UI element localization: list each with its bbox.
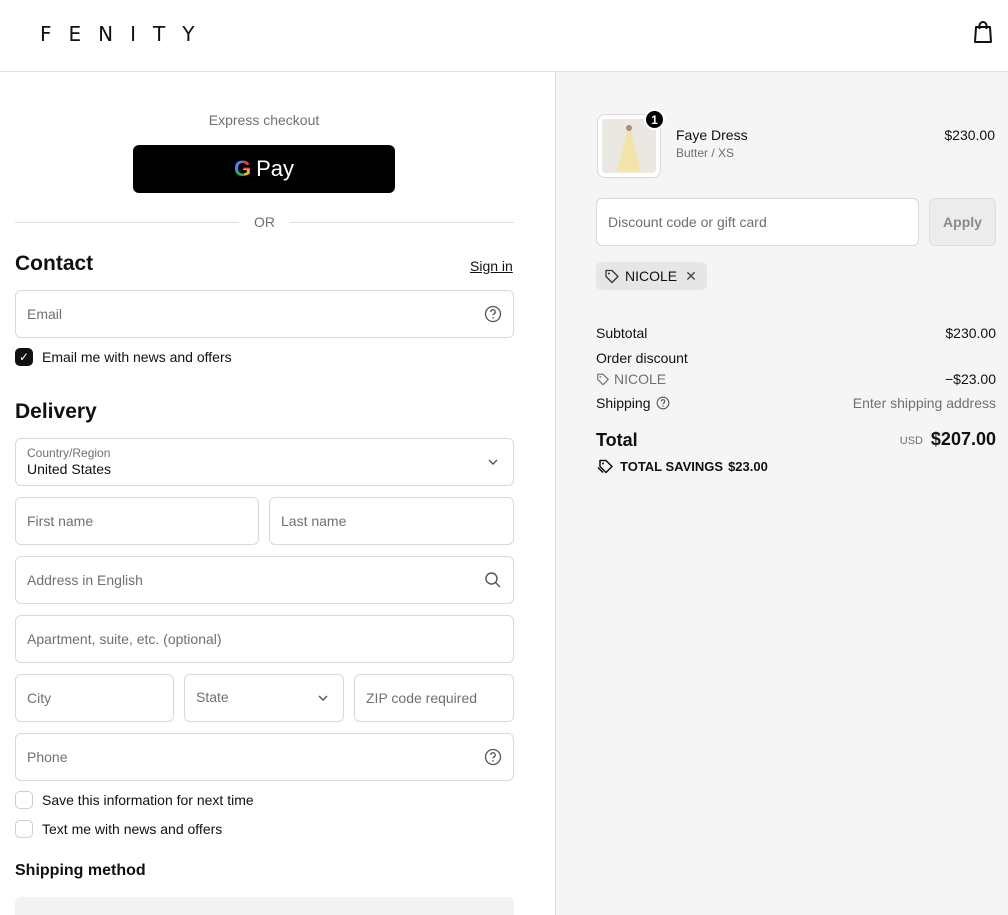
- city-input[interactable]: City: [15, 674, 174, 722]
- tag-icon: [597, 459, 613, 474]
- city-placeholder: City: [27, 690, 52, 706]
- shipping-row: Shipping Enter shipping address: [596, 395, 996, 411]
- discount-value: −$23.00: [945, 371, 996, 387]
- total-savings: TOTAL SAVINGS $23.00: [596, 458, 768, 474]
- first-name-placeholder: First name: [27, 513, 94, 529]
- close-icon[interactable]: ✕: [685, 268, 697, 285]
- address-input[interactable]: Address in English: [15, 556, 514, 604]
- state-placeholder: State: [196, 689, 229, 705]
- shopping-bag-icon[interactable]: [972, 20, 994, 44]
- apartment-placeholder: Apartment, suite, etc. (optional): [27, 631, 222, 647]
- discount-code-label: NICOLE: [614, 371, 667, 387]
- total-row: Total USD $207.00: [596, 429, 996, 451]
- checkbox-empty: [15, 791, 33, 809]
- zip-placeholder: ZIP code required: [366, 690, 478, 706]
- shipping-method-title: Shipping method: [15, 862, 146, 879]
- address-placeholder: Address in English: [27, 572, 143, 588]
- discount-placeholder: Discount code or gift card: [608, 214, 767, 230]
- email-news-checkbox[interactable]: ✓ Email me with news and offers: [15, 348, 232, 366]
- express-checkout-title: Express checkout: [208, 112, 320, 128]
- save-info-label: Save this information for next time: [42, 792, 254, 808]
- chevron-down-icon: [488, 459, 498, 465]
- or-divider: OR: [15, 212, 514, 232]
- help-icon[interactable]: [484, 748, 502, 766]
- checkbox-empty: [15, 820, 33, 838]
- savings-value: $23.00: [728, 458, 768, 474]
- country-select[interactable]: Country/Region United States: [15, 438, 514, 486]
- save-info-checkbox[interactable]: Save this information for next time: [15, 791, 254, 809]
- tag-icon: [597, 373, 609, 386]
- gpay-label: Pay: [256, 156, 295, 181]
- phone-placeholder: Phone: [27, 749, 68, 765]
- delivery-title: Delivery: [15, 400, 97, 423]
- search-icon: [485, 572, 501, 588]
- first-name-input[interactable]: First name: [15, 497, 259, 545]
- email-news-label: Email me with news and offers: [42, 349, 232, 365]
- item-name: Faye Dress: [676, 127, 748, 143]
- chevron-down-icon: [318, 695, 328, 701]
- email-placeholder: Email: [27, 306, 63, 322]
- phone-input[interactable]: Phone: [15, 733, 514, 781]
- checkout-form: Express checkout G Pay OR Contact Sign i…: [0, 72, 555, 915]
- email-input[interactable]: Email: [15, 290, 514, 338]
- shipping-value: Enter shipping address: [852, 395, 996, 411]
- subtotal-value: $230.00: [945, 325, 996, 341]
- item-price: $230.00: [944, 127, 995, 143]
- last-name-input[interactable]: Last name: [269, 497, 514, 545]
- country-value: United States: [27, 461, 112, 477]
- google-g-icon: G: [233, 156, 252, 181]
- applied-code-chip: NICOLE ✕: [596, 262, 707, 290]
- total-label: Total: [596, 430, 638, 450]
- state-select[interactable]: State: [184, 674, 344, 722]
- zip-input[interactable]: ZIP code required: [354, 674, 514, 722]
- help-icon[interactable]: [656, 396, 670, 410]
- shipping-label: Shipping: [596, 395, 651, 411]
- total-value: $207.00: [930, 429, 996, 449]
- google-pay-button[interactable]: G Pay: [133, 145, 395, 193]
- order-summary: 1 Faye Dress Butter / XS $230.00 Discoun…: [555, 72, 1008, 915]
- last-name-placeholder: Last name: [281, 513, 347, 529]
- apartment-input[interactable]: Apartment, suite, etc. (optional): [15, 615, 514, 663]
- applied-code-label: NICOLE: [625, 268, 678, 284]
- header: FENITY: [0, 0, 1008, 72]
- text-news-checkbox[interactable]: Text me with news and offers: [15, 820, 222, 838]
- help-icon[interactable]: [484, 305, 502, 323]
- text-news-label: Text me with news and offers: [42, 821, 223, 837]
- country-label: Country/Region: [27, 446, 111, 460]
- discount-code-row: NICOLE −$23.00: [596, 371, 996, 389]
- apply-button[interactable]: Apply: [929, 198, 996, 246]
- brand-logo[interactable]: FENITY: [40, 22, 211, 46]
- discount-input[interactable]: Discount code or gift card: [596, 198, 919, 246]
- subtotal-row: Subtotal $230.00: [596, 325, 996, 341]
- item-variant: Butter / XS: [676, 146, 735, 160]
- subtotal-label: Subtotal: [596, 325, 648, 341]
- tag-icon: [605, 269, 619, 284]
- checkmark-icon: ✓: [15, 348, 33, 366]
- sign-in-link[interactable]: Sign in: [470, 258, 513, 274]
- currency-label: USD: [899, 435, 923, 447]
- order-discount-row: Order discount: [596, 350, 996, 366]
- savings-label: TOTAL SAVINGS: [620, 458, 724, 474]
- shipping-method-box: [15, 897, 514, 915]
- contact-title: Contact: [15, 252, 94, 275]
- order-discount-label: Order discount: [596, 350, 688, 366]
- quantity-badge: 1: [644, 109, 665, 130]
